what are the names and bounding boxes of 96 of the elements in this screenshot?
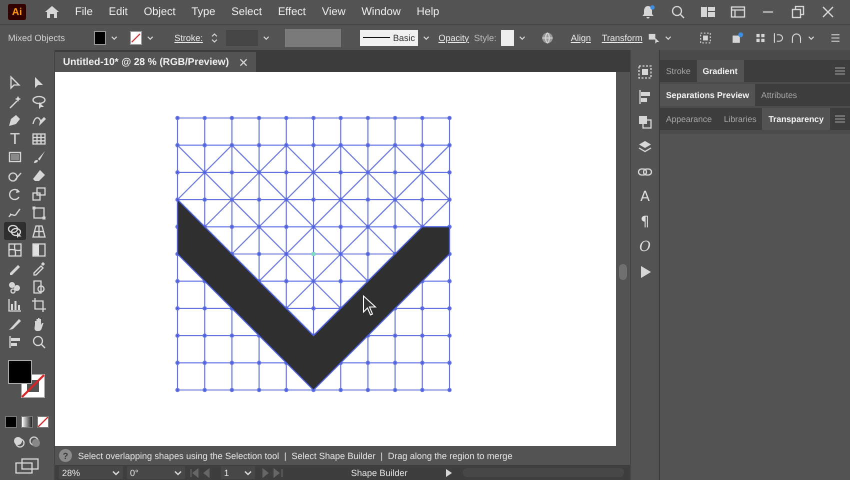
menu-item[interactable]: Effect — [270, 4, 313, 20]
app-logo[interactable]: Ai — [8, 4, 26, 20]
scrollbar-thumb[interactable] — [619, 264, 627, 280]
caret-icon[interactable] — [110, 34, 118, 42]
isolate-icon[interactable] — [698, 30, 712, 46]
stroke-link[interactable]: Stroke: — [174, 32, 203, 42]
mesh-icon — [7, 242, 23, 258]
window-icon[interactable] — [730, 4, 746, 20]
transform-frame-icon — [31, 204, 47, 220]
bars-icon — [7, 334, 23, 350]
restore-icon[interactable] — [790, 4, 806, 20]
fill-swatch[interactable] — [94, 30, 106, 44]
variable-width-field[interactable] — [284, 28, 342, 46]
menu-item[interactable]: Object — [136, 4, 182, 20]
recolor-icon[interactable] — [730, 30, 744, 46]
eraser-icon — [31, 168, 47, 184]
menu-item[interactable]: File — [68, 4, 100, 20]
cursor-icon — [363, 294, 377, 316]
panel-tab[interactable]: Libraries — [718, 108, 762, 130]
character-panel-icon[interactable]: ¶ — [637, 214, 653, 230]
rotation-select[interactable]: 0° — [127, 466, 185, 479]
menu-item[interactable]: Help — [410, 4, 446, 20]
current-tool-label: Shape Builder — [351, 468, 409, 478]
panel-menu-icon[interactable] — [834, 114, 846, 124]
close-icon[interactable] — [238, 58, 248, 66]
caret-icon[interactable] — [263, 34, 270, 42]
caret-icon[interactable] — [112, 468, 120, 476]
magic-wand-icon — [7, 94, 23, 110]
none-swatch[interactable] — [37, 416, 49, 428]
table-icon — [31, 130, 47, 146]
panel-tab[interactable]: Gradient — [696, 60, 744, 82]
character-panel-icon[interactable]: A — [637, 189, 653, 205]
center-point — [312, 252, 316, 256]
bell-icon[interactable] — [640, 4, 656, 20]
panel-tab[interactable]: Transparency — [762, 108, 830, 130]
close-icon[interactable] — [820, 4, 836, 20]
zoom-select[interactable]: 28% — [59, 466, 123, 479]
caret-icon[interactable] — [422, 34, 430, 42]
panel-tab[interactable]: Stroke — [660, 60, 697, 82]
bar-chart-icon — [7, 297, 23, 313]
panel-tab[interactable]: Separations Preview — [660, 84, 756, 106]
draw-behind-icon[interactable] — [29, 436, 41, 448]
color-swatch[interactable] — [5, 416, 17, 428]
caret-icon[interactable] — [244, 468, 252, 476]
eyedropper-icon — [31, 260, 47, 276]
transform-link[interactable]: Transform — [602, 32, 643, 42]
scale-icon — [31, 186, 47, 202]
menu-item[interactable]: View — [314, 4, 353, 20]
style-swatch[interactable] — [501, 30, 514, 46]
selection-label: Mixed Objects — [8, 32, 66, 42]
rectangle-icon — [7, 149, 23, 165]
opacity-link[interactable]: Opacity — [438, 32, 469, 42]
crop-icon — [31, 297, 47, 313]
style-label: Style: — [474, 32, 496, 42]
stroke-swatch[interactable] — [130, 30, 142, 44]
workspace-icon[interactable] — [700, 4, 716, 20]
play-icon[interactable] — [445, 468, 453, 478]
caret-icon[interactable] — [174, 468, 182, 476]
panel-tab[interactable]: Appearance — [660, 108, 718, 130]
draw-normal-icon[interactable] — [13, 436, 25, 448]
shape-builder-icon — [7, 223, 23, 239]
document-icon — [31, 278, 47, 294]
brush-field[interactable]: Basic — [360, 30, 418, 46]
menu-item[interactable]: Type — [184, 4, 222, 20]
hint-text: Select overlapping shapes using the Selection tool | Select Shape Builder | Drag along the region to merge — [78, 450, 512, 460]
caret-icon[interactable] — [808, 34, 814, 42]
help-icon[interactable]: ? — [59, 449, 72, 462]
search-icon[interactable] — [670, 4, 686, 20]
menu-item[interactable]: Edit — [102, 4, 135, 20]
artboard-select[interactable]: 1 — [221, 466, 255, 479]
globe-icon[interactable] — [540, 30, 554, 46]
document-tab[interactable]: Untitled-10* @ 28 % (RGB/Preview) — [55, 52, 256, 72]
pathfinder-icon[interactable] — [637, 114, 653, 130]
panel-menu-icon[interactable] — [834, 66, 846, 76]
menu-item[interactable]: Window — [354, 4, 408, 20]
gradient-icon — [31, 242, 47, 258]
perspective-grid-icon — [31, 223, 47, 239]
caret-icon[interactable] — [519, 34, 526, 42]
brush-icon — [31, 149, 47, 165]
tool-button[interactable]: T — [4, 130, 26, 148]
caret-icon[interactable] — [665, 34, 672, 42]
tool-button[interactable] — [4, 222, 26, 240]
layers-icon[interactable] — [637, 139, 653, 155]
pen-icon — [7, 112, 23, 128]
caret-icon[interactable] — [146, 34, 154, 42]
rotate-icon — [7, 186, 23, 202]
zoom-icon — [31, 334, 47, 350]
menu-item[interactable]: Select — [224, 4, 269, 20]
artboards-icon[interactable] — [637, 64, 653, 80]
screen-mode-icon[interactable] — [14, 458, 40, 474]
panel-tab[interactable]: Attributes — [755, 84, 804, 106]
lasso-icon — [31, 94, 47, 110]
gradient-swatch[interactable] — [21, 416, 33, 428]
align-link[interactable]: Align — [570, 32, 591, 42]
glyphs-panel-icon[interactable]: O — [637, 239, 653, 255]
home-icon[interactable] — [44, 4, 60, 20]
